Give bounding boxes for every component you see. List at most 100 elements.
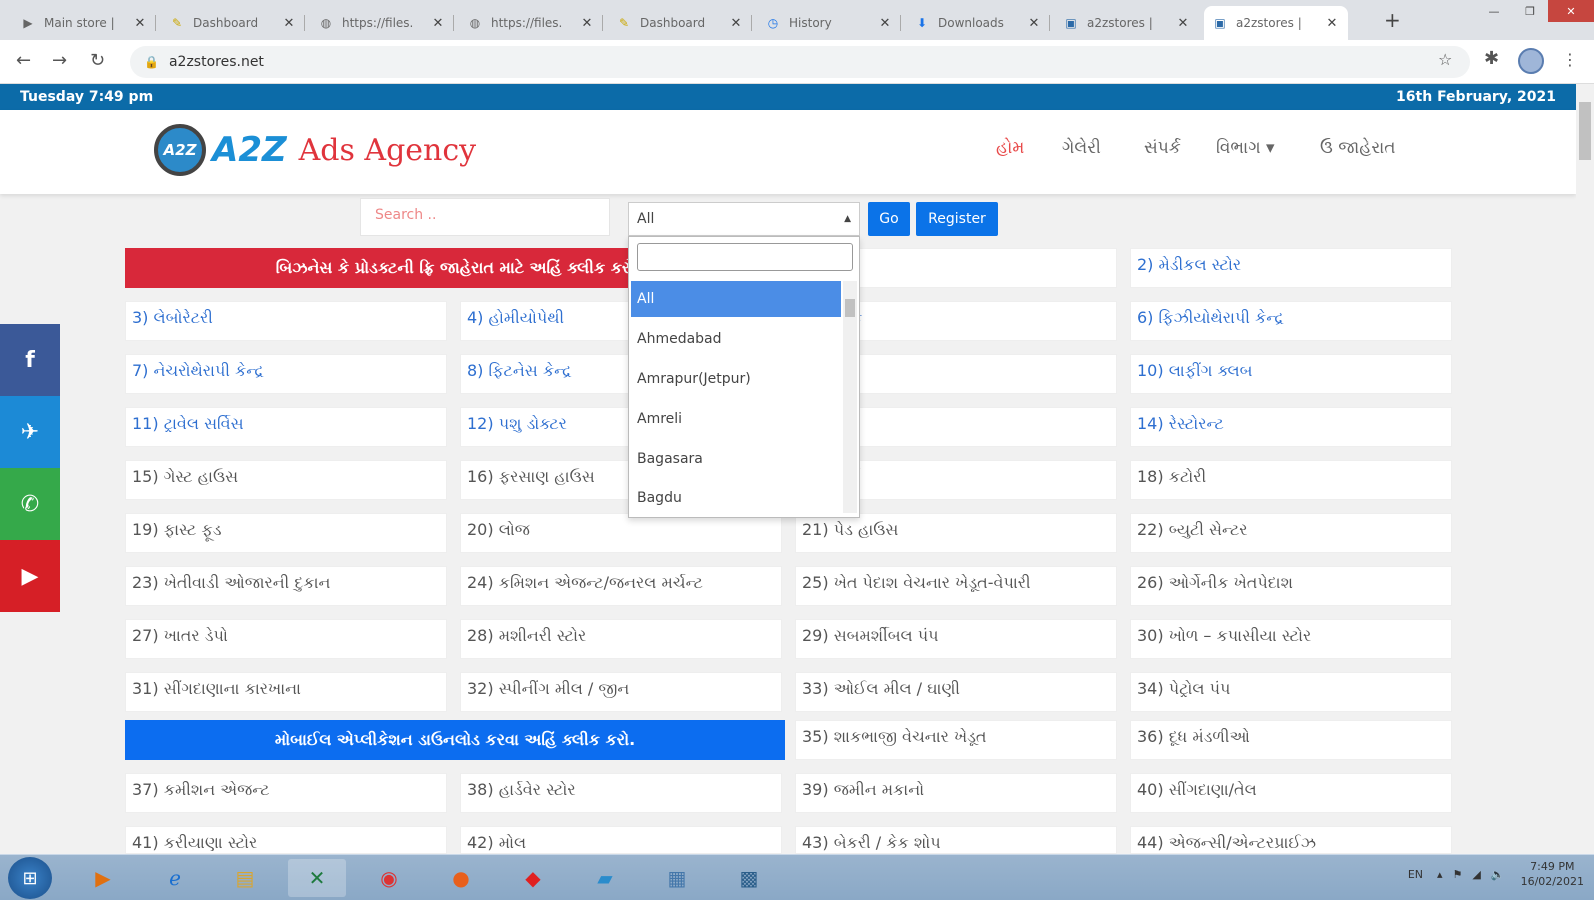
browser-tab[interactable]: ▶ Main store | ✕ — [12, 6, 156, 40]
page-scrollbar[interactable] — [1576, 84, 1594, 854]
search-input[interactable]: Search .. — [360, 198, 610, 236]
category-item[interactable]: 20) લોજ — [460, 513, 782, 553]
maximize-icon[interactable]: ❐ — [1512, 0, 1548, 22]
start-button[interactable]: ⊞ — [8, 857, 52, 899]
dropdown-option[interactable]: Bagdu — [631, 481, 841, 515]
category-item[interactable]: 23) ખેતીવાડી ઓજારની દુકાન — [125, 566, 447, 606]
browser-menu-icon[interactable]: ⋮ — [1562, 50, 1578, 69]
firefox-icon[interactable]: ● — [432, 859, 490, 897]
tab-close-icon[interactable]: ✕ — [579, 16, 595, 31]
extensions-icon[interactable]: ✱ — [1484, 48, 1499, 69]
category-item[interactable]: 37) કમીશન એજન્ટ — [125, 773, 447, 813]
city-select[interactable]: All ▲ — [628, 202, 860, 236]
category-item[interactable]: 3) લેબોરેટરી — [125, 301, 447, 341]
media-player-icon[interactable]: ▶ — [74, 859, 132, 897]
whatsapp-button[interactable]: ✆ — [0, 468, 60, 540]
flag-icon[interactable]: ⚑ — [1453, 868, 1463, 881]
tab-close-icon[interactable]: ✕ — [1026, 16, 1042, 31]
category-item[interactable]: 11) ટ્રાવેલ સર્વિસ — [125, 407, 447, 447]
chrome-icon[interactable]: ◉ — [360, 859, 418, 897]
browser-tab[interactable]: ◍ https://files. ✕ — [310, 6, 454, 40]
tray-arrow-icon[interactable]: ▴ — [1437, 868, 1443, 881]
dropdown-option[interactable]: Ahmedabad — [631, 321, 841, 357]
category-item[interactable]: 31) સીંગદાણાના કારખાના — [125, 672, 447, 712]
new-tab-icon[interactable]: + — [1384, 8, 1401, 32]
file-explorer-icon[interactable]: ▤ — [216, 859, 274, 897]
dropdown-search-input[interactable] — [637, 243, 853, 271]
browser-tab[interactable]: ✎ Dashboard ✕ — [608, 6, 752, 40]
category-item[interactable]: 7) નેચરોથેરાપી કેન્દ્ર — [125, 354, 447, 394]
category-item[interactable]: 29) સબમર્શીબલ પંપ — [795, 619, 1117, 659]
dropdown-option[interactable]: All — [631, 281, 841, 317]
back-icon[interactable]: ← — [16, 50, 31, 71]
tab-close-icon[interactable]: ✕ — [728, 16, 744, 31]
excel-icon[interactable]: ✕ — [288, 859, 346, 897]
nav-contact[interactable]: સંપર્ક — [1144, 138, 1181, 158]
category-item[interactable]: 28) મશીનરી સ્ટોર — [460, 619, 782, 659]
category-item[interactable]: 33) ઓઈલ મીલ / ઘાણી — [795, 672, 1117, 712]
telegram-button[interactable]: ✈ — [0, 396, 60, 468]
dropdown-option[interactable]: Bagasara — [631, 441, 841, 477]
tab-close-icon[interactable]: ✕ — [281, 16, 297, 31]
category-item[interactable]: 25) ખેત પેદાશ વેચનાર ખેડૂત-વેપારી — [795, 566, 1117, 606]
category-item[interactable]: 38) હાર્ડવેર સ્ટોર — [460, 773, 782, 813]
nav-departments[interactable]: વિભાગ ▾ — [1216, 138, 1275, 158]
category-item[interactable]: 27) ખાતર ડેપો — [125, 619, 447, 659]
tab-close-icon[interactable]: ✕ — [877, 16, 893, 31]
go-button[interactable]: Go — [868, 202, 910, 236]
reload-icon[interactable]: ↻ — [90, 50, 105, 71]
category-item[interactable]: 21) પેડ હાઉસ — [795, 513, 1117, 553]
nav-gallery[interactable]: ગેલેરી — [1062, 138, 1101, 158]
network-icon[interactable]: ◢ — [1472, 868, 1480, 881]
image-viewer-icon[interactable]: ▩ — [720, 859, 778, 897]
category-item[interactable]: 40) સીંગદાણા/તેલ — [1130, 773, 1452, 813]
minimize-icon[interactable]: — — [1476, 0, 1512, 22]
window-close-icon[interactable]: ✕ — [1548, 0, 1594, 22]
dropdown-scrollbar[interactable] — [843, 281, 857, 513]
notebook-icon[interactable]: ▰ — [576, 859, 634, 897]
language-indicator[interactable]: EN — [1408, 868, 1423, 881]
category-item[interactable]: 30) ખોળ – કપાસીયા સ્ટોર — [1130, 619, 1452, 659]
tab-close-icon[interactable]: ✕ — [1324, 16, 1340, 31]
internet-explorer-icon[interactable]: ℯ — [146, 859, 204, 897]
category-item[interactable]: 22) બ્યુટી સેન્ટર — [1130, 513, 1452, 553]
youtube-button[interactable]: ▶ — [0, 540, 60, 612]
volume-icon[interactable]: 🔈 — [1491, 868, 1505, 881]
category-item[interactable]: 26) ઓર્ગેનીક ખેતપેદાશ — [1130, 566, 1452, 606]
category-item[interactable]: 18) કટોરી — [1130, 460, 1452, 500]
category-item[interactable]: 19) ફાસ્ટ ફૂડ — [125, 513, 447, 553]
category-item[interactable]: 39) જમીન મકાનો — [795, 773, 1117, 813]
anydesk-icon[interactable]: ◆ — [504, 859, 562, 897]
browser-tab[interactable]: ✎ Dashboard ✕ — [161, 6, 305, 40]
app-download-banner[interactable]: મોબાઈલ એપ્લીકેશન ડાઉનલોડ કરવા અહિં ક્લીક… — [125, 720, 785, 760]
nav-home[interactable]: હોમ — [996, 138, 1024, 158]
category-item[interactable]: 34) પેટ્રોલ પંપ — [1130, 672, 1452, 712]
facebook-button[interactable]: f — [0, 324, 60, 396]
browser-tab[interactable]: ⬇ Downloads ✕ — [906, 6, 1050, 40]
category-item[interactable]: 2) મેડીકલ સ્ટોર — [1130, 248, 1452, 288]
dropdown-option[interactable]: Amrapur(Jetpur) — [631, 361, 841, 397]
dropdown-option[interactable]: Amreli — [631, 401, 841, 437]
browser-tab[interactable]: ▣ a2zstores | ✕ — [1055, 6, 1199, 40]
browser-tab[interactable]: ◍ https://files. ✕ — [459, 6, 603, 40]
browser-tab[interactable]: ◷ History ✕ — [757, 6, 901, 40]
category-item[interactable]: 44) એજન્સી/એન્ટરપ્રાઈઝ — [1130, 826, 1452, 854]
category-item[interactable]: 6) ફિઝીયોથેરાપી કેન્દ્ર — [1130, 301, 1452, 341]
url-field[interactable]: 🔒 a2zstores.net — [130, 46, 1470, 78]
category-item[interactable]: 24) કમિશન એજન્ટ/જનરલ મર્ચન્ટ — [460, 566, 782, 606]
clock[interactable]: 7:49 PM 16/02/2021 — [1521, 859, 1584, 889]
nav-free-ad[interactable]: ઉ જાહેરાત — [1320, 138, 1396, 158]
window-app-icon[interactable]: ▦ — [648, 859, 706, 897]
tab-close-icon[interactable]: ✕ — [430, 16, 446, 31]
forward-icon[interactable]: → — [52, 50, 67, 71]
category-item[interactable]: 42) મોલ — [460, 826, 782, 854]
category-item[interactable]: 41) કરીયાણા સ્ટોર — [125, 826, 447, 854]
category-item[interactable]: 15) ગેસ્ટ હાઉસ — [125, 460, 447, 500]
tab-close-icon[interactable]: ✕ — [1175, 16, 1191, 31]
category-item[interactable]: 36) દૂધ મંડળીઓ — [1130, 720, 1452, 760]
bookmark-star-icon[interactable]: ☆ — [1438, 50, 1452, 69]
category-item[interactable]: 32) સ્પીનીંગ મીલ / જીન — [460, 672, 782, 712]
category-item[interactable]: 14) રેસ્ટોરન્ટ — [1130, 407, 1452, 447]
category-item[interactable]: 43) બેકરી / કેક શોપ — [795, 826, 1117, 854]
profile-avatar[interactable] — [1518, 48, 1544, 74]
